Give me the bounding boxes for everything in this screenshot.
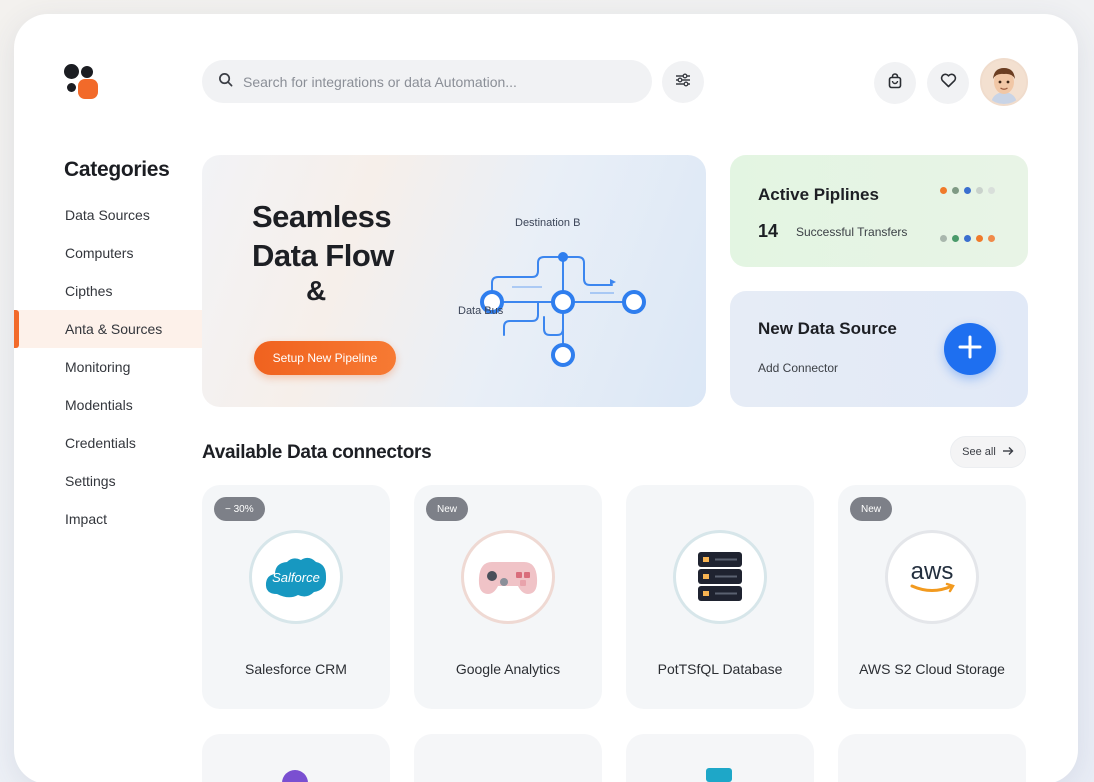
connector-card-salesforce[interactable]: − 30% Salforce Salesforce CRM [202,485,390,709]
teal-logo-icon [706,768,732,782]
sliders-icon [675,73,691,92]
add-connector-label: Add Connector [758,361,839,375]
aws-logo-text: aws [911,558,954,585]
sidebar-item-data-sources[interactable]: Data Sources [14,196,202,234]
filter-button[interactable] [662,61,704,103]
new-badge: New [850,497,893,521]
connector-name: Google Analytics [455,661,561,677]
user-avatar[interactable] [980,58,1028,106]
active-pipelines-count: 14 [758,221,779,241]
hero-title-line2: Data Flow [252,238,394,273]
active-pipelines-subtitle: Successful Transfers [796,225,908,239]
connector-card-partial[interactable] [838,734,1026,782]
connector-name: AWS S2 Cloud Storage [859,661,1005,677]
sidebar-item-modentials[interactable]: Modentials [14,386,202,424]
hero-title: Seamless Data Flow [252,197,394,275]
hero-title-line1: Seamless [252,199,392,234]
connector-card-partial[interactable] [202,734,390,782]
connector-card-google-analytics[interactable]: New Google Analytics [414,485,602,709]
status-dots-bottom [940,235,995,242]
connector-card-partial[interactable] [414,734,602,782]
app-logo[interactable] [64,64,100,100]
discount-badge: − 30% [214,497,265,521]
status-dots-top [940,187,995,194]
sidebar-item-computers[interactable]: Computers [14,234,202,272]
search-input[interactable] [243,73,623,90]
see-all-button[interactable]: See all [950,436,1026,468]
new-badge: New [426,497,469,521]
setup-pipeline-button[interactable]: Setup New Pipeline [254,341,396,375]
sidebar-nav: Data Sources Computers Cipthes Anta & So… [14,196,202,538]
connector-card-postgresql[interactable]: PotTSfQL Database [626,485,814,709]
gamepad-icon [461,530,555,624]
connectors-title: Available Data connectors [202,442,432,463]
data-flow-diagram [480,252,646,367]
sidebar-item-anta-sources[interactable]: Anta & Sources [14,310,202,348]
connector-card-partial[interactable] [626,734,814,782]
add-connector-button[interactable] [944,323,996,375]
sidebar-item-cipthes[interactable]: Cipthes [14,272,202,310]
purple-logo-icon [282,770,308,782]
connector-name: PotTSfQL Database [657,661,783,677]
heart-icon [940,73,957,93]
arrow-right-icon [1002,446,1014,459]
connector-name: Salesforce CRM [245,661,347,677]
new-data-source-card[interactable]: New Data Source Add Connector [730,291,1028,407]
search-bar[interactable] [202,60,652,103]
search-icon [218,72,233,92]
aws-logo: aws [885,530,979,624]
sidebar-item-impact[interactable]: Impact [14,500,202,538]
favorites-button[interactable] [927,62,969,104]
hero-ampersand: & [306,275,327,306]
categories-title: Categories [64,158,170,181]
database-server-icon [673,530,767,624]
see-all-label: See all [962,446,996,458]
salesforce-logo-text: Salforce [272,570,320,585]
connector-card-aws[interactable]: New aws AWS S2 Cloud Storage [838,485,1026,709]
hero-banner: Seamless Data Flow & Setup New Pipeline [202,155,706,407]
diagram-label-destination: Destination B [515,217,581,229]
shopping-bag-icon [887,72,903,94]
sidebar-item-monitoring[interactable]: Monitoring [14,348,202,386]
bag-button[interactable] [874,62,916,104]
active-pipelines-card[interactable]: Active Piplines 14 Successful Transfers [730,155,1028,267]
active-pipelines-title: Active Piplines [758,185,879,204]
diagram-label-data-bus: Data Bus [458,305,504,317]
app-window: Categories Data Sources Computers Cipthe… [14,14,1078,782]
sidebar-item-credentials[interactable]: Credentials [14,424,202,462]
sidebar-item-settings[interactable]: Settings [14,462,202,500]
new-data-source-title: New Data Source [758,319,897,338]
plus-icon [957,334,983,365]
salesforce-logo: Salforce [249,530,343,624]
